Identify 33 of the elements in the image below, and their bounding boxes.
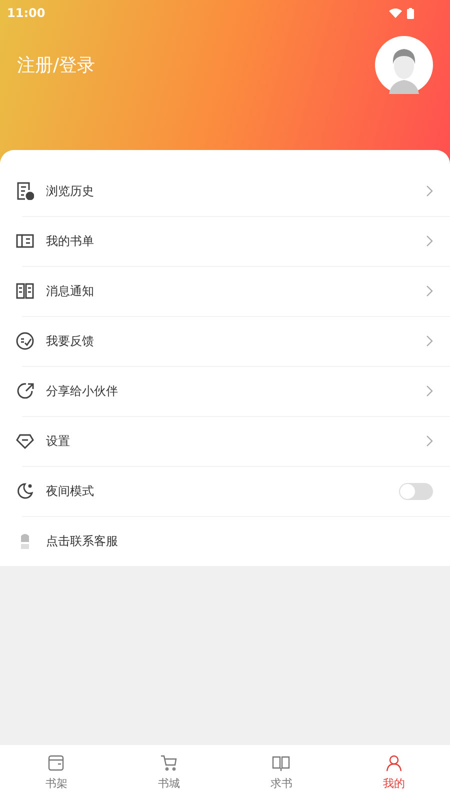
battery-icon xyxy=(407,8,414,18)
menu-item-label[interactable]: 我要反馈 xyxy=(46,332,414,350)
tab-button[interactable]: 书城 xyxy=(112,745,225,800)
avatar-icon[interactable] xyxy=(375,36,433,94)
chevron-right-icon xyxy=(426,235,433,247)
share-icon xyxy=(16,382,34,400)
tab-button[interactable]: 我的 xyxy=(338,745,450,800)
menu-item-label[interactable]: 设置 xyxy=(46,432,414,450)
status-time: 11:00 xyxy=(7,6,46,20)
night-mode-switch[interactable] xyxy=(399,482,433,500)
chevron-right-icon xyxy=(426,335,433,347)
menu-item-label[interactable]: 夜间模式 xyxy=(46,482,387,500)
book-icon xyxy=(272,754,290,772)
feedback-icon xyxy=(16,332,34,350)
cart-icon xyxy=(160,754,178,772)
moon-icon xyxy=(16,482,34,500)
menu-item-label[interactable]: 点击联系客服 xyxy=(46,532,433,550)
menu-item-label[interactable]: 浏览历史 xyxy=(46,182,414,200)
wifi-icon xyxy=(389,8,402,18)
ticket-icon xyxy=(16,232,34,250)
menu-item-label[interactable]: 我的书单 xyxy=(46,232,414,250)
bookshelf-icon xyxy=(47,754,66,772)
chevron-right-icon xyxy=(426,435,433,447)
diamond-icon xyxy=(16,432,34,450)
tab-button[interactable]: 求书 xyxy=(225,745,338,800)
chevron-right-icon xyxy=(426,185,433,197)
history-icon xyxy=(16,182,34,200)
tab-button[interactable]: 书架 xyxy=(0,745,112,800)
menu-item-label[interactable]: 消息通知 xyxy=(46,282,414,300)
chevron-right-icon xyxy=(426,285,433,297)
menu-item-label[interactable]: 分享给小伙伴 xyxy=(46,382,414,400)
book-icon xyxy=(16,282,34,300)
chevron-right-icon xyxy=(426,385,433,397)
